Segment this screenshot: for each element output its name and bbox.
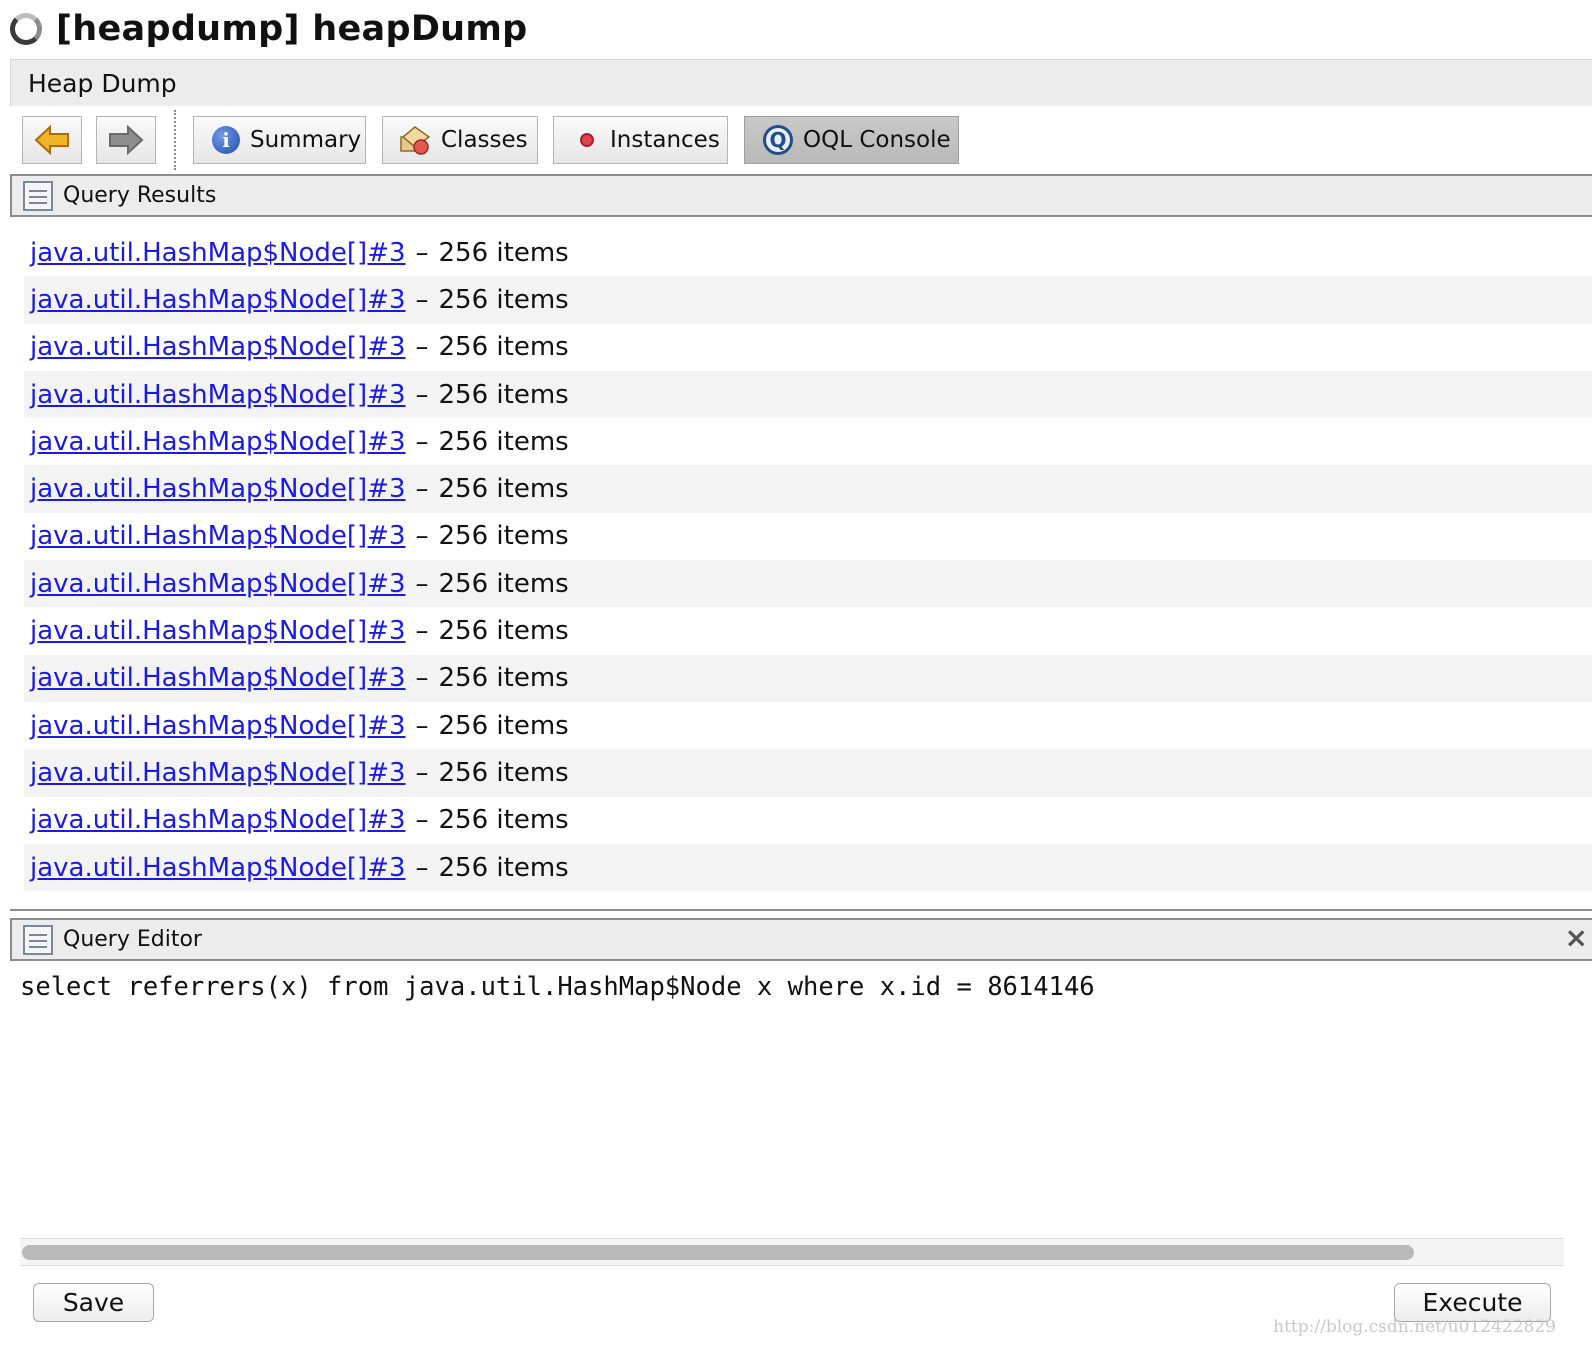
watermark: http://blog.csdn.net/u012422829 — [1273, 1317, 1556, 1337]
result-link[interactable]: java.util.HashMap$Node[]#3 — [30, 380, 406, 410]
result-separator: – — [415, 379, 429, 410]
horizontal-scrollbar[interactable] — [20, 1238, 1564, 1266]
result-count: 256 items — [438, 332, 569, 363]
result-row: java.util.HashMap$Node[]#3–256 items — [24, 654, 1592, 702]
query-text[interactable]: select referrers(x) from java.util.HashM… — [20, 972, 1095, 1002]
result-separator: – — [415, 284, 429, 315]
query-editor-header: Query Editor × — [10, 918, 1592, 961]
result-row: java.util.HashMap$Node[]#3–256 items — [24, 370, 1592, 419]
result-count: 256 items — [438, 284, 569, 315]
close-icon[interactable]: × — [1565, 924, 1588, 952]
result-count: 256 items — [438, 852, 569, 883]
tab-strip: Heap Dump — [10, 59, 1592, 106]
result-link[interactable]: java.util.HashMap$Node[]#3 — [30, 238, 406, 268]
classes-icon — [400, 126, 431, 155]
result-link[interactable]: java.util.HashMap$Node[]#3 — [30, 616, 406, 646]
result-count: 256 items — [438, 521, 569, 552]
classes-button[interactable]: Classes — [382, 116, 538, 164]
result-separator: – — [415, 616, 429, 647]
result-link[interactable]: java.util.HashMap$Node[]#3 — [30, 805, 406, 835]
scrollbar-thumb[interactable] — [22, 1245, 1414, 1260]
save-button[interactable]: Save — [33, 1283, 154, 1322]
result-separator: – — [415, 474, 429, 505]
window-title-bar: [heapdump] heapDump — [10, 6, 528, 52]
result-count: 256 items — [438, 379, 569, 410]
summary-label: Summary — [250, 127, 362, 153]
query-results-header: Query Results — [10, 174, 1592, 217]
result-row: java.util.HashMap$Node[]#3–256 items — [24, 607, 1592, 654]
instances-button[interactable]: Instances — [553, 116, 728, 164]
back-button[interactable] — [22, 116, 82, 164]
result-link[interactable]: java.util.HashMap$Node[]#3 — [30, 332, 406, 362]
info-icon: i — [212, 126, 240, 154]
result-link[interactable]: java.util.HashMap$Node[]#3 — [30, 853, 406, 883]
result-separator: – — [415, 757, 429, 788]
result-count: 256 items — [438, 616, 569, 647]
result-link[interactable]: java.util.HashMap$Node[]#3 — [30, 663, 406, 693]
result-count: 256 items — [438, 805, 569, 836]
result-row: java.util.HashMap$Node[]#3–256 items — [24, 560, 1592, 608]
result-row: java.util.HashMap$Node[]#3–256 items — [24, 418, 1592, 465]
result-separator: – — [415, 568, 429, 599]
result-count: 256 items — [438, 237, 569, 268]
result-row: java.util.HashMap$Node[]#3–256 items — [24, 702, 1592, 749]
result-separator: – — [415, 710, 429, 741]
result-count: 256 items — [438, 568, 569, 599]
tab-heap-dump[interactable]: Heap Dump — [28, 69, 177, 98]
result-row: java.util.HashMap$Node[]#3–256 items — [24, 229, 1592, 276]
loading-spinner-icon — [10, 13, 42, 45]
toolbar: i Summary Classes Instances Q OQL Consol… — [10, 106, 1592, 174]
summary-button[interactable]: i Summary — [193, 116, 366, 164]
toolbar-separator — [174, 110, 176, 170]
result-row: java.util.HashMap$Node[]#3–256 items — [24, 749, 1592, 797]
result-link[interactable]: java.util.HashMap$Node[]#3 — [30, 285, 406, 315]
classes-label: Classes — [441, 127, 528, 153]
result-count: 256 items — [438, 663, 569, 694]
result-separator: – — [415, 426, 429, 457]
query-results-list: java.util.HashMap$Node[]#3–256 items jav… — [24, 229, 1592, 892]
result-row: java.util.HashMap$Node[]#3–256 items — [24, 465, 1592, 513]
result-separator: – — [415, 805, 429, 836]
result-link[interactable]: java.util.HashMap$Node[]#3 — [30, 758, 406, 788]
result-row: java.util.HashMap$Node[]#3–256 items — [24, 797, 1592, 844]
result-separator: – — [415, 852, 429, 883]
query-editor-icon — [23, 924, 53, 955]
result-count: 256 items — [438, 426, 569, 457]
result-count: 256 items — [438, 757, 569, 788]
result-count: 256 items — [438, 710, 569, 741]
result-separator: – — [415, 237, 429, 268]
results-list-icon — [23, 180, 53, 211]
query-editor-textarea[interactable]: select referrers(x) from java.util.HashM… — [10, 962, 1592, 1238]
window-title: [heapdump] heapDump — [56, 9, 528, 49]
result-row: java.util.HashMap$Node[]#3–256 items — [24, 843, 1592, 892]
record-icon — [580, 133, 594, 147]
result-link[interactable]: java.util.HashMap$Node[]#3 — [30, 427, 406, 457]
forward-button[interactable] — [96, 116, 156, 164]
result-link[interactable]: java.util.HashMap$Node[]#3 — [30, 521, 406, 551]
oql-console-label: OQL Console — [803, 127, 951, 153]
oql-icon: Q — [763, 125, 793, 155]
arrow-right-icon — [109, 125, 144, 155]
split-pane-divider[interactable] — [10, 909, 1592, 911]
query-results-title: Query Results — [63, 183, 217, 208]
result-row: java.util.HashMap$Node[]#3–256 items — [24, 324, 1592, 371]
result-link[interactable]: java.util.HashMap$Node[]#3 — [30, 711, 406, 741]
result-count: 256 items — [438, 474, 569, 505]
arrow-left-icon — [34, 125, 69, 155]
result-row: java.util.HashMap$Node[]#3–256 items — [24, 513, 1592, 560]
result-separator: – — [415, 332, 429, 363]
result-row: java.util.HashMap$Node[]#3–256 items — [24, 276, 1592, 324]
result-separator: – — [415, 521, 429, 552]
result-separator: – — [415, 663, 429, 694]
oql-console-button[interactable]: Q OQL Console — [744, 116, 959, 164]
instances-label: Instances — [610, 127, 720, 153]
query-editor-title: Query Editor — [63, 927, 202, 952]
result-link[interactable]: java.util.HashMap$Node[]#3 — [30, 569, 406, 599]
result-link[interactable]: java.util.HashMap$Node[]#3 — [30, 474, 406, 504]
